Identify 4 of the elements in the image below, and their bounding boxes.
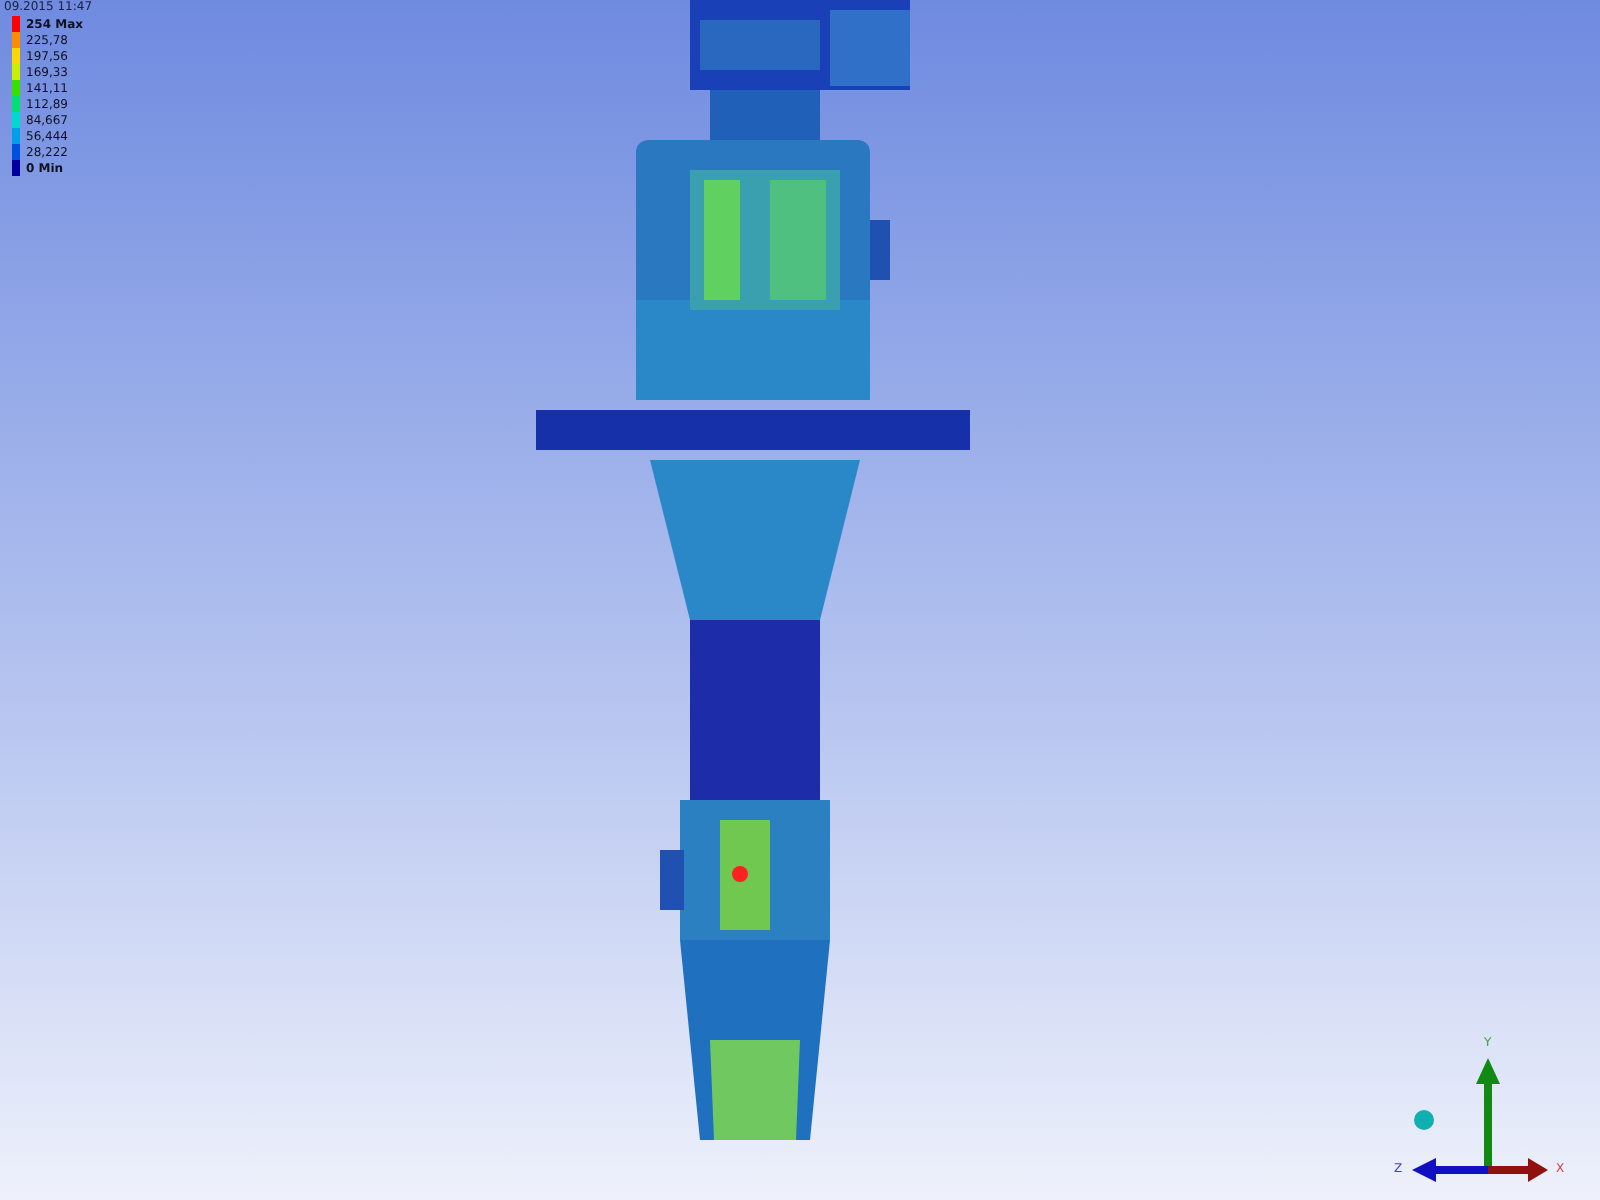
y-axis-arrow	[1476, 1058, 1500, 1170]
z-axis-arrow	[1412, 1158, 1488, 1182]
sphere-icon	[1414, 1110, 1434, 1130]
x-axis-arrow	[1488, 1158, 1548, 1182]
